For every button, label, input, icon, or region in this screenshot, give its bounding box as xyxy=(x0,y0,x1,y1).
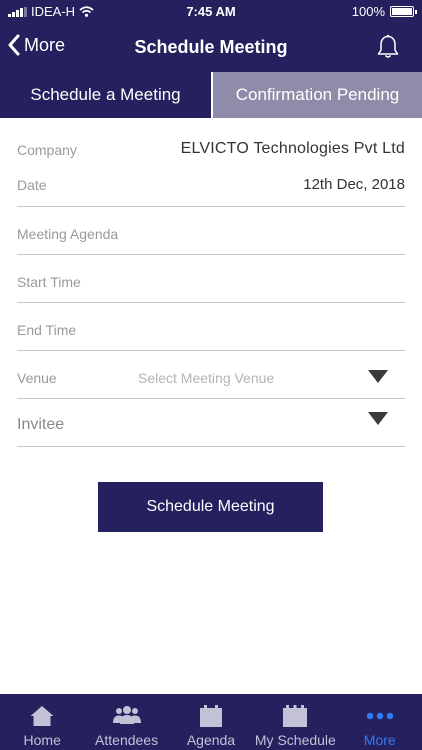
meeting-form: Company ELVICTO Technologies Pvt Ltd Dat… xyxy=(17,118,405,447)
tab-confirmation-pending[interactable]: Confirmation Pending xyxy=(211,72,422,118)
invitee-select[interactable]: Invitee xyxy=(17,399,405,447)
battery-icon xyxy=(390,6,417,17)
tab-schedule-meeting[interactable]: Schedule a Meeting xyxy=(0,72,211,118)
notifications-button[interactable] xyxy=(376,34,400,65)
page-title: Schedule Meeting xyxy=(134,37,288,57)
tabbar-label-home: Home xyxy=(23,732,61,748)
home-icon xyxy=(30,706,54,726)
company-value: ELVICTO Technologies Pvt Ltd xyxy=(180,140,405,157)
attendees-icon xyxy=(112,706,141,724)
date-label: Date xyxy=(17,177,47,193)
meeting-agenda-field[interactable]: Meeting Agenda xyxy=(17,207,405,255)
battery-percent: 100% xyxy=(351,4,385,19)
tabbar-label-attendees: Attendees xyxy=(95,732,159,748)
invitee-dropdown-arrow-icon[interactable] xyxy=(368,412,388,425)
tabbar-item-more[interactable]: More xyxy=(338,694,422,750)
nav-bar: More Schedule Meeting xyxy=(0,24,422,72)
tabbar-label-agenda: Agenda xyxy=(186,732,236,748)
start-time-placeholder: Start Time xyxy=(17,274,81,290)
invitee-placeholder: Invitee xyxy=(17,416,65,433)
status-right: 100% xyxy=(351,4,417,19)
venue-placeholder: Select Meeting Venue xyxy=(138,370,275,386)
tabbar-item-home[interactable]: Home xyxy=(0,694,84,750)
schedule-meeting-button[interactable]: Schedule Meeting xyxy=(98,482,323,532)
agenda-icon xyxy=(199,705,222,727)
tabbar-item-agenda[interactable]: Agenda xyxy=(169,694,253,750)
venue-dropdown-arrow-icon[interactable] xyxy=(368,370,388,383)
bottom-tab-bar: Home Attendees Agenda My Schedule More xyxy=(0,694,422,750)
tabbar-label-more: More xyxy=(363,732,396,748)
tabbar-label-my-schedule: My Schedule xyxy=(254,732,336,748)
bell-icon xyxy=(377,34,399,58)
more-dots-icon xyxy=(366,712,393,720)
status-bar: IDEA-H 7:45 AM 100% xyxy=(0,0,422,24)
calendar-icon xyxy=(283,705,308,727)
meeting-agenda-placeholder: Meeting Agenda xyxy=(17,226,119,242)
venue-label: Venue xyxy=(17,370,57,386)
start-time-field[interactable]: Start Time xyxy=(17,255,405,303)
date-value[interactable]: 12th Dec, 2018 xyxy=(303,176,405,193)
segment-tabs: Schedule a Meeting Confirmation Pending xyxy=(0,72,422,118)
app-header: IDEA-H 7:45 AM 100% More Schedule Meetin… xyxy=(0,0,422,72)
end-time-placeholder: End Time xyxy=(17,322,77,338)
end-time-field[interactable]: End Time xyxy=(17,303,405,351)
tabbar-item-my-schedule[interactable]: My Schedule xyxy=(253,694,337,750)
company-date-block: Company ELVICTO Technologies Pvt Ltd Dat… xyxy=(17,118,405,207)
tabbar-item-attendees[interactable]: Attendees xyxy=(84,694,168,750)
venue-select[interactable]: Venue Select Meeting Venue xyxy=(17,351,405,399)
company-label: Company xyxy=(17,142,77,158)
